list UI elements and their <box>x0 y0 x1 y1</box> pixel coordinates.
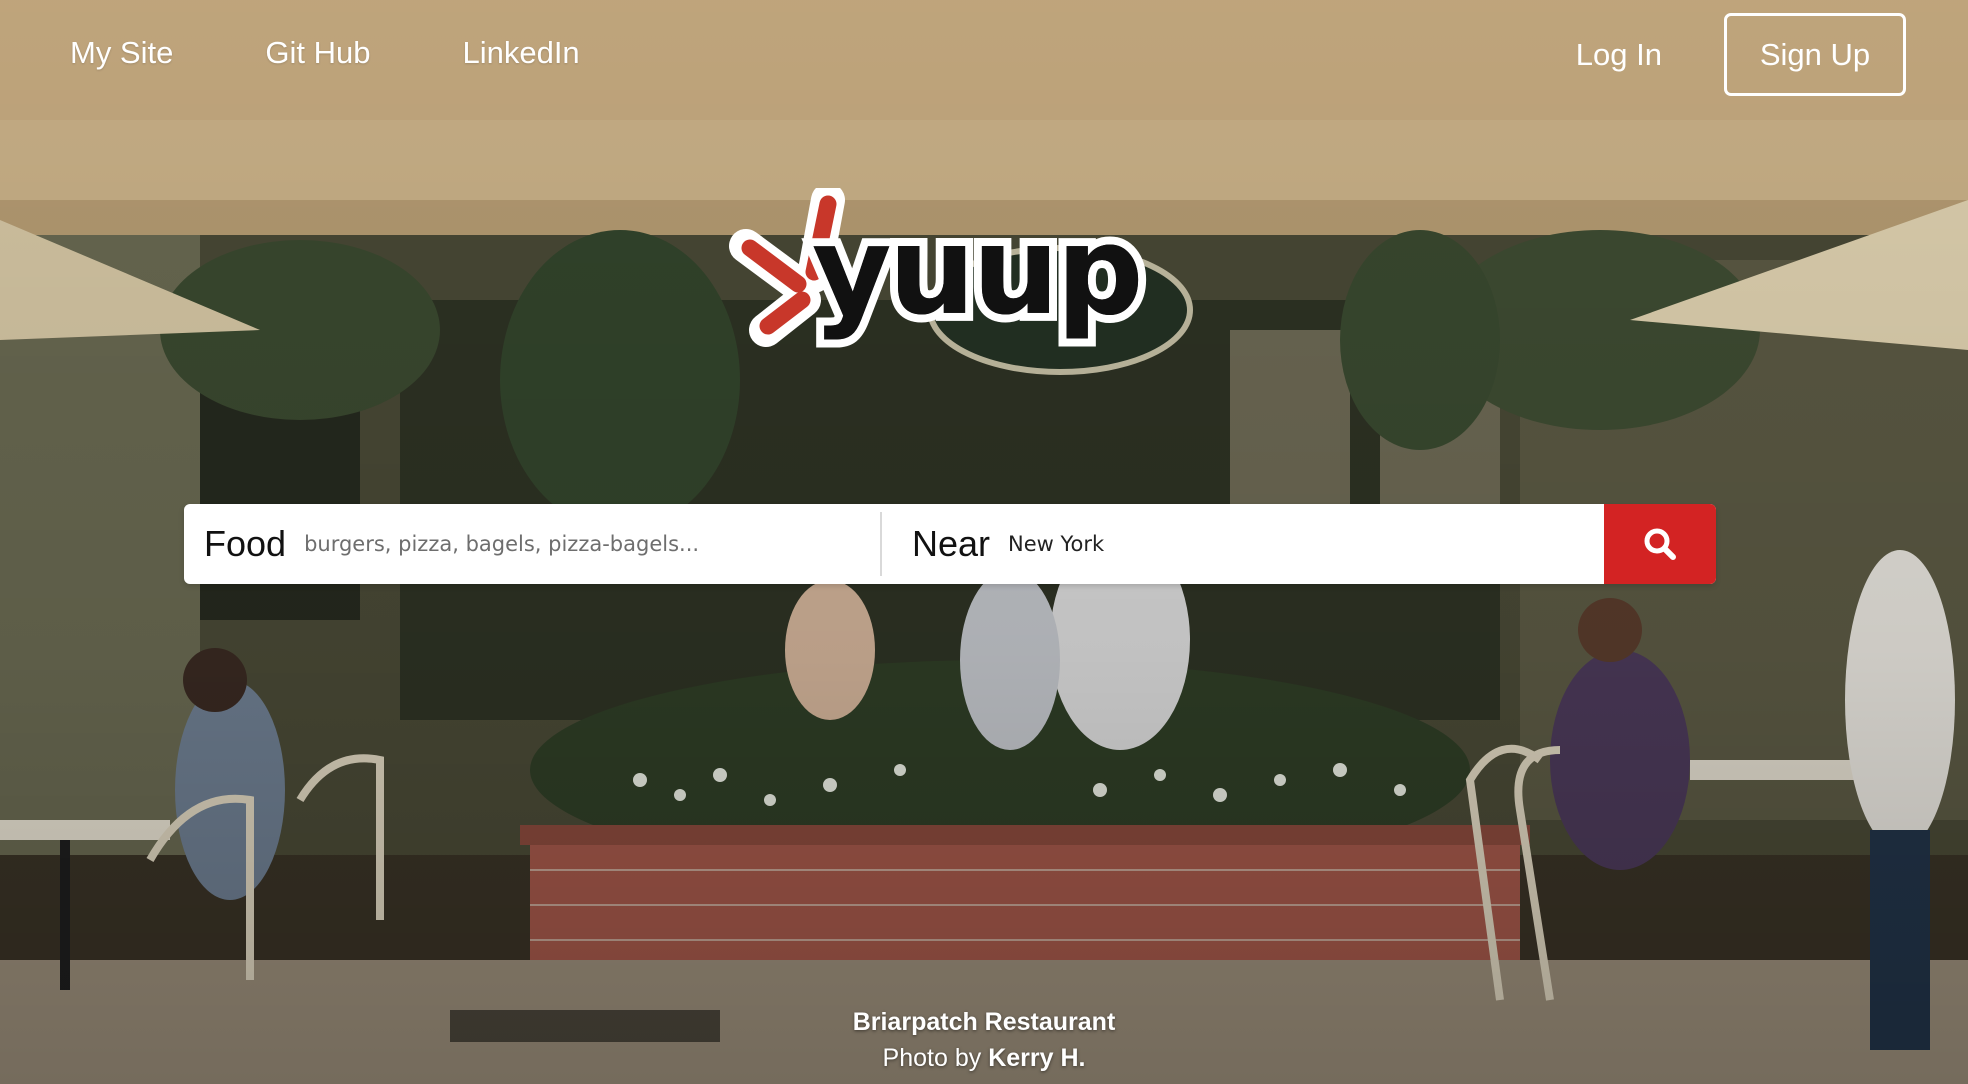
nav-link-linkedin[interactable]: LinkedIn <box>462 30 579 76</box>
nav-link-my-site[interactable]: My Site <box>70 30 173 76</box>
credit-photographer-link[interactable]: Kerry H. <box>988 1044 1085 1072</box>
near-field: Near <box>882 504 1604 584</box>
auth-nav: Log In Sign Up <box>1576 13 1906 96</box>
login-link[interactable]: Log In <box>1576 32 1662 78</box>
credit-line: Photo by Kerry H. <box>0 1040 1968 1076</box>
logo-text: yuup <box>812 200 1144 342</box>
food-label: Food <box>204 523 287 564</box>
food-search-input[interactable] <box>304 532 845 556</box>
food-field: Food <box>184 512 882 576</box>
top-nav: My Site Git Hub LinkedIn <box>70 30 672 76</box>
signup-button[interactable]: Sign Up <box>1724 13 1906 96</box>
credit-prefix: Photo by <box>882 1044 989 1072</box>
credit-restaurant: Briarpatch Restaurant <box>852 1008 1116 1036</box>
near-label: Near <box>912 523 991 564</box>
search-button[interactable] <box>1604 504 1716 584</box>
search-bar: Food Near <box>184 504 1716 584</box>
nav-link-github[interactable]: Git Hub <box>265 30 370 76</box>
yuup-logo: yuup yuup <box>728 188 1152 388</box>
photo-credit: Briarpatch Restaurant Photo by Kerry H. <box>0 1004 1968 1076</box>
location-input[interactable] <box>1008 532 1549 556</box>
search-icon <box>1644 528 1676 560</box>
